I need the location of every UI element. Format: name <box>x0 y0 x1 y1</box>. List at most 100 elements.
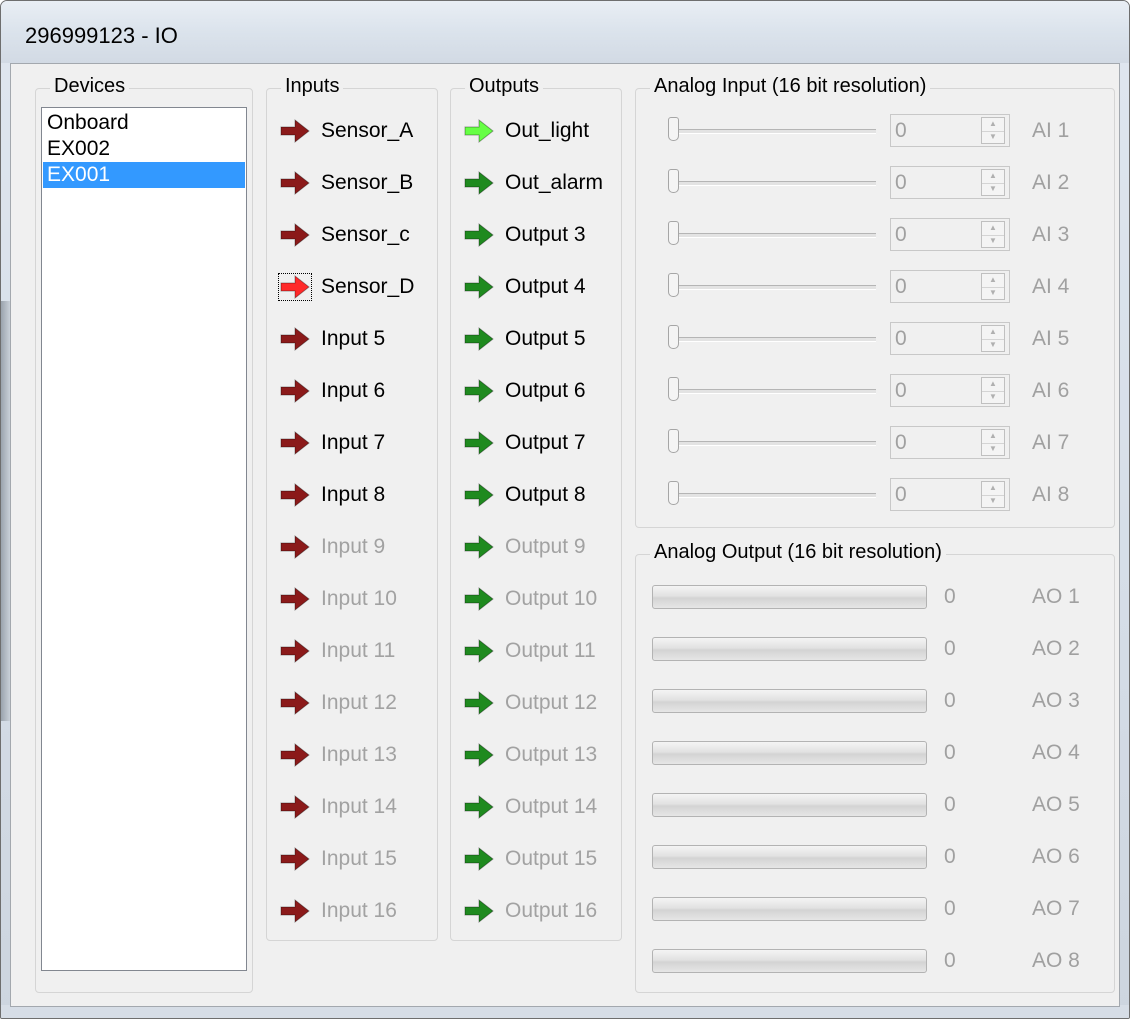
device-item[interactable]: Onboard <box>43 110 245 136</box>
spin-up-icon[interactable]: ▲ <box>982 482 1004 496</box>
output-label: Out_light <box>505 119 590 142</box>
analog-output-bar <box>652 637 927 661</box>
device-item[interactable]: EX001 <box>43 162 245 188</box>
output-row[interactable]: Out_alarm <box>463 166 603 200</box>
input-row[interactable]: Input 13 <box>279 738 397 772</box>
numeric-input[interactable]: 0 ▲ ▼ <box>890 322 1010 355</box>
slider-track[interactable] <box>672 233 876 238</box>
slider-track[interactable] <box>672 129 876 134</box>
analog-output-bar <box>652 793 927 817</box>
slider-track[interactable] <box>672 181 876 186</box>
input-row[interactable]: Input 15 <box>279 842 397 876</box>
spinner[interactable]: ▲ ▼ <box>981 117 1005 144</box>
numeric-input[interactable]: 0 ▲ ▼ <box>890 166 1010 199</box>
input-row[interactable]: Sensor_B <box>279 166 413 200</box>
spinner[interactable]: ▲ ▼ <box>981 221 1005 248</box>
analog-output-row: 0 AO 7 <box>636 891 1114 927</box>
slider-track[interactable] <box>672 337 876 342</box>
slider-thumb[interactable] <box>668 169 679 193</box>
output-row[interactable]: Output 3 <box>463 218 586 252</box>
numeric-value: 0 <box>895 431 907 454</box>
spin-up-icon[interactable]: ▲ <box>982 118 1004 132</box>
spin-up-icon[interactable]: ▲ <box>982 326 1004 340</box>
slider-track[interactable] <box>672 285 876 290</box>
input-row[interactable]: Input 8 <box>279 478 385 512</box>
numeric-input[interactable]: 0 ▲ ▼ <box>890 218 1010 251</box>
analog-output-value: 0 <box>944 741 956 764</box>
output-row[interactable]: Output 8 <box>463 478 586 512</box>
slider-thumb[interactable] <box>668 117 679 141</box>
spin-down-icon[interactable]: ▼ <box>982 183 1004 196</box>
spinner[interactable]: ▲ ▼ <box>981 273 1005 300</box>
slider-thumb[interactable] <box>668 325 679 349</box>
output-row[interactable]: Output 16 <box>463 894 597 928</box>
output-row[interactable]: Output 6 <box>463 374 586 408</box>
output-row[interactable]: Output 11 <box>463 634 596 668</box>
title-bar[interactable]: 296999123 - IO <box>1 1 1129 63</box>
spinner[interactable]: ▲ ▼ <box>981 481 1005 508</box>
inputs-legend: Inputs <box>281 75 344 98</box>
spinner[interactable]: ▲ ▼ <box>981 377 1005 404</box>
spin-up-icon[interactable]: ▲ <box>982 222 1004 236</box>
input-row[interactable]: Input 12 <box>279 686 397 720</box>
spin-down-icon[interactable]: ▼ <box>982 131 1004 144</box>
slider-thumb[interactable] <box>668 429 679 453</box>
spinner[interactable]: ▲ ▼ <box>981 429 1005 456</box>
spin-down-icon[interactable]: ▼ <box>982 495 1004 508</box>
input-row[interactable]: Sensor_D <box>278 270 414 304</box>
spin-up-icon[interactable]: ▲ <box>982 274 1004 288</box>
spin-down-icon[interactable]: ▼ <box>982 287 1004 300</box>
slider-track[interactable] <box>672 389 876 394</box>
output-row[interactable]: Output 10 <box>463 582 597 616</box>
arrow-right-icon <box>278 273 312 301</box>
input-row[interactable]: Input 16 <box>279 894 397 928</box>
output-row[interactable]: Output 9 <box>463 530 586 564</box>
output-row[interactable]: Output 5 <box>463 322 586 356</box>
input-row[interactable]: Input 14 <box>279 790 397 824</box>
spinner[interactable]: ▲ ▼ <box>981 325 1005 352</box>
output-row[interactable]: Output 7 <box>463 426 586 460</box>
input-row[interactable]: Sensor_A <box>279 114 413 148</box>
analog-output-row: 0 AO 8 <box>636 943 1114 979</box>
spin-down-icon[interactable]: ▼ <box>982 443 1004 456</box>
slider-thumb[interactable] <box>668 377 679 401</box>
analog-input-row: 0 ▲ ▼ AI 1 <box>636 113 1114 149</box>
output-row[interactable]: Output 4 <box>463 270 586 304</box>
numeric-input[interactable]: 0 ▲ ▼ <box>890 270 1010 303</box>
input-row[interactable]: Input 6 <box>279 374 385 408</box>
spin-up-icon[interactable]: ▲ <box>982 170 1004 184</box>
input-row[interactable]: Input 11 <box>279 634 395 668</box>
input-row[interactable]: Input 5 <box>279 322 385 356</box>
slider-track[interactable] <box>672 441 876 446</box>
input-row[interactable]: Input 9 <box>279 530 385 564</box>
spin-down-icon[interactable]: ▼ <box>982 391 1004 404</box>
slider-thumb[interactable] <box>668 273 679 297</box>
spin-down-icon[interactable]: ▼ <box>982 235 1004 248</box>
output-row[interactable]: Output 15 <box>463 842 597 876</box>
device-item[interactable]: EX002 <box>43 136 245 162</box>
numeric-input[interactable]: 0 ▲ ▼ <box>890 114 1010 147</box>
input-label: Input 14 <box>321 795 397 818</box>
output-row[interactable]: Output 13 <box>463 738 597 772</box>
numeric-input[interactable]: 0 ▲ ▼ <box>890 478 1010 511</box>
input-row[interactable]: Sensor_c <box>279 218 410 252</box>
slider-track[interactable] <box>672 493 876 498</box>
output-row[interactable]: Out_light <box>463 114 589 148</box>
slider-thumb[interactable] <box>668 481 679 505</box>
devices-list[interactable]: Onboard EX002 EX001 <box>41 107 247 971</box>
input-row[interactable]: Input 7 <box>279 426 385 460</box>
spin-down-icon[interactable]: ▼ <box>982 339 1004 352</box>
numeric-input[interactable]: 0 ▲ ▼ <box>890 426 1010 459</box>
output-row[interactable]: Output 14 <box>463 790 597 824</box>
input-row[interactable]: Input 10 <box>279 582 397 616</box>
spin-up-icon[interactable]: ▲ <box>982 378 1004 392</box>
analog-output-label: AO 7 <box>1032 897 1080 920</box>
numeric-input[interactable]: 0 ▲ ▼ <box>890 374 1010 407</box>
arrow-right-icon <box>464 482 494 508</box>
spinner[interactable]: ▲ ▼ <box>981 169 1005 196</box>
output-row[interactable]: Output 12 <box>463 686 597 720</box>
slider-thumb[interactable] <box>668 221 679 245</box>
output-label: Output 13 <box>505 743 598 766</box>
spin-up-icon[interactable]: ▲ <box>982 430 1004 444</box>
analog-output-label: AO 1 <box>1032 585 1080 608</box>
